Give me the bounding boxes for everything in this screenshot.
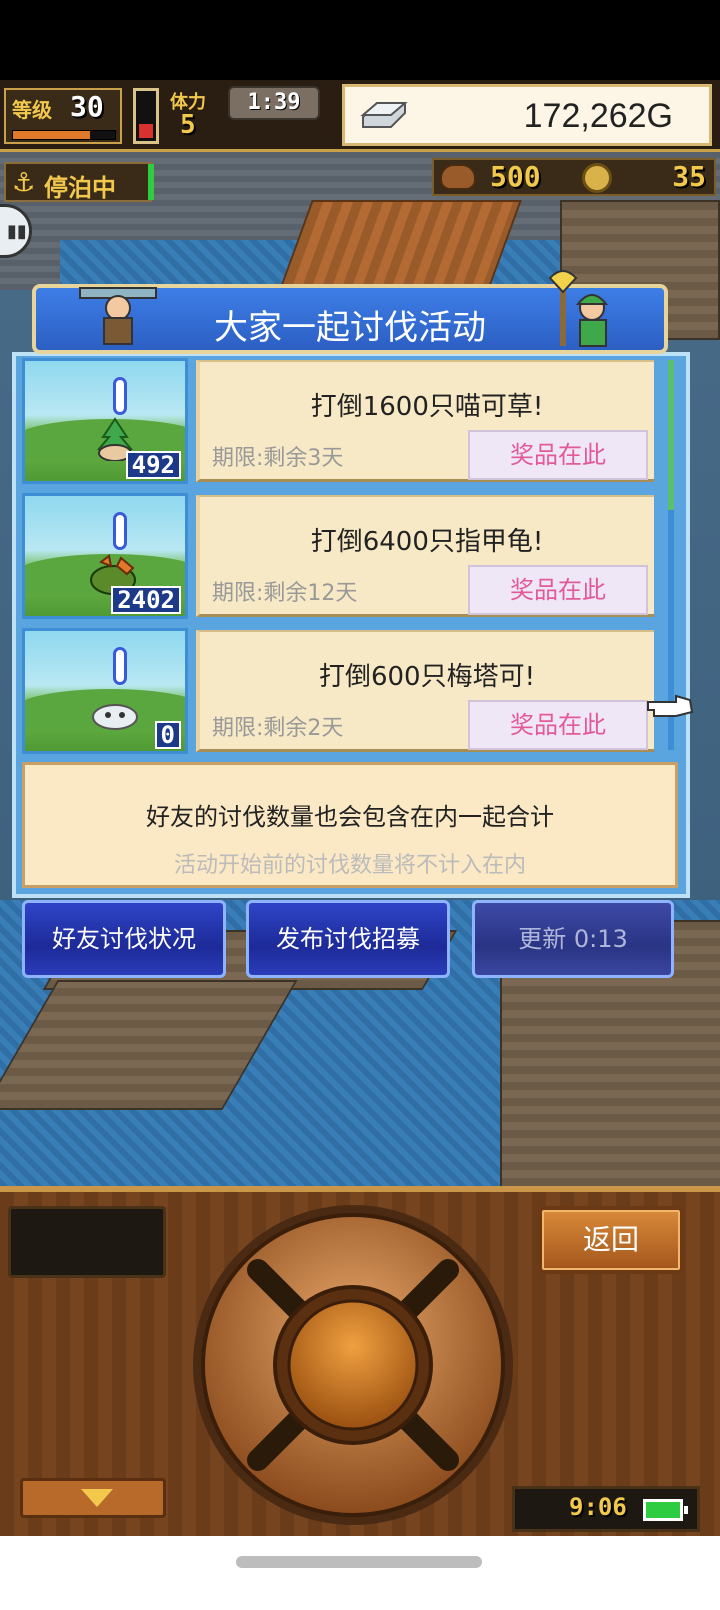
- gold-display: 172,262G: [342, 84, 712, 146]
- battery-icon: [643, 1499, 688, 1521]
- event-deadline: 期限:剩余12天: [212, 581, 358, 606]
- post-recruit-button[interactable]: 发布讨伐招募: [246, 900, 450, 978]
- defeat-count: 492: [125, 451, 181, 479]
- defeat-count: 2402: [111, 586, 181, 614]
- event-list[interactable]: 492 打倒1600只喵可草! 期限:剩余3天 奖品在此 2402 打倒6400…: [20, 356, 658, 756]
- friends-status-button[interactable]: 好友讨伐状况: [22, 900, 226, 978]
- down-triangle-icon: [81, 1489, 113, 1507]
- level-indicator: 等级 30: [4, 88, 122, 144]
- exclamation-icon: [113, 512, 127, 550]
- navigation-bar: [0, 1536, 720, 1610]
- down-arrow-button[interactable]: [20, 1478, 166, 1518]
- timer-text: 1:39: [247, 90, 301, 115]
- clock-display: 9:06: [512, 1486, 700, 1532]
- metal-slime-monster-icon: [92, 704, 138, 730]
- monster-thumbnail: 2402: [22, 493, 188, 619]
- exclamation-icon: [113, 377, 127, 415]
- event-card: 打倒6400只指甲龟! 期限:剩余12天 奖品在此: [196, 495, 654, 617]
- coin-value: 35: [672, 160, 706, 193]
- axe-character-icon: [548, 270, 609, 347]
- prize-button[interactable]: 奖品在此: [468, 565, 648, 615]
- event-card: 打倒1600只喵可草! 期限:剩余3天 奖品在此: [196, 360, 654, 482]
- list-item: 492 打倒1600只喵可草! 期限:剩余3天 奖品在此: [20, 356, 658, 486]
- meat-icon: [440, 164, 476, 190]
- prize-button[interactable]: 奖品在此: [468, 430, 648, 480]
- clock-text: 9:06: [569, 1493, 627, 1521]
- list-item: 0 打倒600只梅塔可! 期限:剩余2天 奖品在此: [20, 626, 658, 756]
- info-main-text: 好友的讨伐数量也会包含在内一起合计: [146, 803, 554, 831]
- potion-vial-icon: [133, 88, 159, 144]
- monster-thumbnail: 0: [22, 628, 188, 754]
- back-button[interactable]: 返回: [538, 1206, 684, 1274]
- prize-button[interactable]: 奖品在此: [468, 700, 648, 750]
- stamina-timer: 1:39: [228, 86, 320, 120]
- event-info: 好友的讨伐数量也会包含在内一起合计 活动开始前的讨伐数量将不计入在内: [22, 762, 678, 888]
- home-indicator[interactable]: [236, 1556, 482, 1568]
- silver-ingot-icon: [360, 102, 408, 128]
- event-goal: 打倒6400只指甲龟!: [310, 527, 544, 557]
- level-progress-bar: [12, 130, 116, 140]
- empty-slot: [8, 1206, 166, 1278]
- gold-value: 172,262G: [523, 97, 673, 135]
- stamina-value: 5: [180, 110, 196, 140]
- level-label: 等级: [12, 98, 52, 122]
- dpad-control[interactable]: [188, 1200, 518, 1530]
- food-value: 500: [490, 160, 541, 193]
- pointing-hand-icon: [647, 694, 694, 717]
- event-goal: 打倒1600只喵可草!: [310, 392, 544, 422]
- warrior-character-icon: [79, 287, 157, 345]
- event-deadline: 期限:剩余3天: [212, 446, 344, 471]
- defeat-count: 0: [154, 721, 181, 749]
- anchor-icon: ⚓: [12, 168, 36, 198]
- dock-status-label: 停泊中: [44, 174, 116, 202]
- status-bar-area: [0, 0, 720, 80]
- exclamation-icon: [113, 647, 127, 685]
- event-card: 打倒600只梅塔可! 期限:剩余2天 奖品在此: [196, 630, 654, 752]
- monster-thumbnail: 492: [22, 358, 188, 484]
- chat-icon: ▮▮: [7, 221, 27, 242]
- coin-icon: [582, 163, 612, 193]
- resource-display: 500 35: [432, 158, 716, 196]
- list-item: 2402 打倒6400只指甲龟! 期限:剩余12天 奖品在此: [20, 491, 658, 621]
- refresh-button[interactable]: 更新 0:13: [472, 900, 674, 978]
- level-value: 30: [70, 90, 104, 123]
- info-sub-text: 活动开始前的讨伐数量将不计入在内: [173, 853, 526, 878]
- dock-status[interactable]: ⚓ 停泊中: [4, 162, 152, 202]
- event-goal: 打倒600只梅塔可!: [318, 662, 536, 692]
- dock-indicator: [148, 164, 154, 200]
- event-deadline: 期限:剩余2天: [212, 716, 344, 741]
